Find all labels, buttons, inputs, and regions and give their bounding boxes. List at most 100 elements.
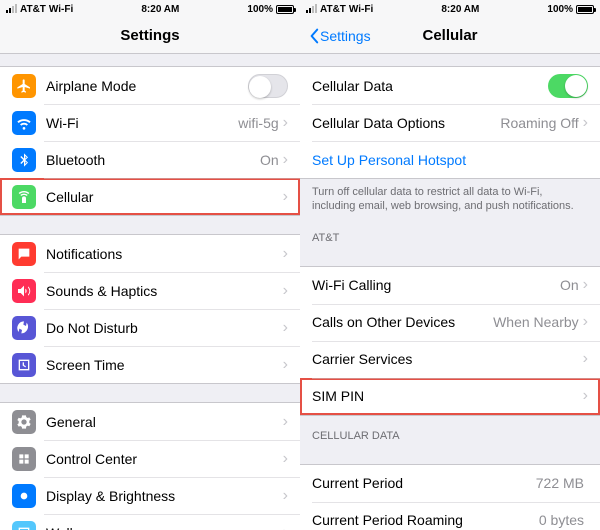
row-label: Cellular Data <box>312 78 548 94</box>
row-screen-time[interactable]: Screen Time› <box>0 346 300 383</box>
row-carrier-services[interactable]: Carrier Services› <box>300 341 600 378</box>
row-value: On <box>560 277 579 293</box>
row-value: 0 bytes <box>539 512 584 528</box>
nav-bar: Settings <box>0 18 300 54</box>
chevron-right-icon: › <box>283 414 288 430</box>
row-current-period-roaming: Current Period Roaming0 bytes <box>300 502 600 530</box>
row-wi-fi[interactable]: Wi-Fiwifi-5g › <box>0 104 300 141</box>
row-label: Display & Brightness <box>46 488 283 504</box>
back-button[interactable]: Settings <box>308 28 371 44</box>
row-airplane-mode[interactable]: Airplane Mode <box>0 67 300 104</box>
row-label: SIM PIN <box>312 388 583 404</box>
battery-pct: 100% <box>247 4 273 15</box>
row-general[interactable]: General› <box>0 403 300 440</box>
wifi-label: Wi-Fi <box>349 4 373 15</box>
chevron-right-icon: › <box>283 320 288 336</box>
bluetooth-icon <box>12 148 36 172</box>
wifi-label: Wi-Fi <box>49 4 73 15</box>
row-value: wifi-5g <box>238 115 278 131</box>
time-label: 8:20 AM <box>141 4 179 15</box>
row-label: Current Period Roaming <box>312 512 539 528</box>
group-header: CELLULAR DATA <box>300 416 600 446</box>
page-title: Settings <box>0 27 300 44</box>
wallpaper-icon <box>12 521 36 530</box>
chevron-right-icon: › <box>283 283 288 299</box>
chevron-right-icon: › <box>583 388 588 404</box>
row-label: Calls on Other Devices <box>312 314 493 330</box>
row-value: Roaming Off <box>500 115 578 131</box>
signal-icon <box>306 5 317 13</box>
row-label: Carrier Services <box>312 351 583 367</box>
chevron-right-icon: › <box>283 488 288 504</box>
chevron-right-icon: › <box>283 357 288 373</box>
cellular-icon <box>12 185 36 209</box>
general-icon <box>12 410 36 434</box>
time-label: 8:20 AM <box>441 4 479 15</box>
row-cellular-data[interactable]: Cellular Data <box>300 67 600 104</box>
row-label: Control Center <box>46 451 283 467</box>
display-icon <box>12 484 36 508</box>
screentime-icon <box>12 353 36 377</box>
row-label: Sounds & Haptics <box>46 283 283 299</box>
chevron-right-icon: › <box>283 152 288 168</box>
dnd-icon <box>12 316 36 340</box>
row-wi-fi-calling[interactable]: Wi-Fi CallingOn› <box>300 267 600 304</box>
row-label: Notifications <box>46 246 283 262</box>
toggle-switch[interactable] <box>548 74 588 98</box>
chevron-right-icon: › <box>283 115 288 131</box>
sounds-icon <box>12 279 36 303</box>
row-label: Current Period <box>312 475 536 491</box>
cellular-screen: AT&T Wi-Fi 8:20 AM 100% Settings Cellula… <box>300 0 600 530</box>
chevron-right-icon: › <box>283 451 288 467</box>
row-label: Wi-Fi <box>46 115 238 131</box>
row-cellular[interactable]: Cellular› <box>0 178 300 215</box>
row-notifications[interactable]: Notifications› <box>0 235 300 272</box>
chevron-right-icon: › <box>283 189 288 205</box>
row-display-brightness[interactable]: Display & Brightness› <box>0 477 300 514</box>
toggle-switch[interactable] <box>248 74 288 98</box>
status-bar: AT&T Wi-Fi 8:20 AM 100% <box>300 0 600 18</box>
row-current-period: Current Period722 MB <box>300 465 600 502</box>
row-label: Do Not Disturb <box>46 320 283 336</box>
row-bluetooth[interactable]: BluetoothOn› <box>0 141 300 178</box>
battery-pct: 100% <box>547 4 573 15</box>
row-label: Airplane Mode <box>46 78 248 94</box>
airplane-icon <box>12 74 36 98</box>
chevron-right-icon: › <box>283 246 288 262</box>
row-label: Screen Time <box>46 357 283 373</box>
row-label: Wallpaper <box>46 525 283 530</box>
row-label: Wi-Fi Calling <box>312 277 560 293</box>
row-value: On <box>260 152 279 168</box>
carrier-label: AT&T <box>20 4 46 15</box>
row-do-not-disturb[interactable]: Do Not Disturb› <box>0 309 300 346</box>
cellular-content[interactable]: Cellular Data Cellular Data OptionsRoamin… <box>300 54 600 530</box>
row-sim-pin[interactable]: SIM PIN› <box>300 378 600 415</box>
chevron-right-icon: › <box>583 351 588 367</box>
chevron-right-icon: › <box>583 314 588 330</box>
battery-icon <box>576 5 594 14</box>
row-calls-on-other-devices[interactable]: Calls on Other DevicesWhen Nearby› <box>300 304 600 341</box>
section-footer: Turn off cellular data to restrict all d… <box>300 179 600 218</box>
row-label: Cellular Data Options <box>312 115 500 131</box>
row-label: General <box>46 414 283 430</box>
row-value: 722 MB <box>536 475 584 491</box>
chevron-right-icon: › <box>583 115 588 131</box>
row-value: When Nearby <box>493 314 579 330</box>
row-label: Bluetooth <box>46 152 260 168</box>
row-wallpaper[interactable]: Wallpaper› <box>0 514 300 530</box>
row-label: Cellular <box>46 189 283 205</box>
chevron-right-icon: › <box>283 525 288 530</box>
controlcenter-icon <box>12 447 36 471</box>
carrier-label: AT&T <box>320 4 346 15</box>
wifi-icon <box>12 111 36 135</box>
battery-icon <box>276 5 294 14</box>
row-set-up-personal-hotspot[interactable]: Set Up Personal Hotspot <box>300 141 600 178</box>
row-cellular-data-options[interactable]: Cellular Data OptionsRoaming Off › <box>300 104 600 141</box>
chevron-left-icon <box>308 28 320 44</box>
back-label: Settings <box>320 28 371 44</box>
row-control-center[interactable]: Control Center› <box>0 440 300 477</box>
group-header: AT&T <box>300 218 600 248</box>
settings-content[interactable]: Airplane Mode Wi-Fiwifi-5g› BluetoothOn›… <box>0 54 300 530</box>
status-bar: AT&T Wi-Fi 8:20 AM 100% <box>0 0 300 18</box>
row-sounds-haptics[interactable]: Sounds & Haptics› <box>0 272 300 309</box>
